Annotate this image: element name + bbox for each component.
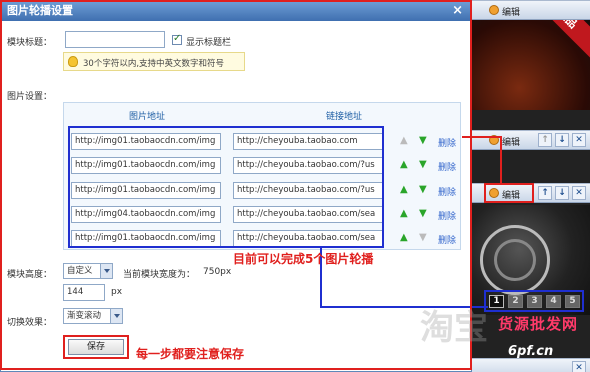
pager-highlight-box bbox=[484, 290, 584, 312]
move-down-icon[interactable]: ↓ bbox=[555, 186, 569, 200]
edit-label[interactable]: 编辑 bbox=[502, 5, 520, 18]
move-up-icon[interactable]: ↑ bbox=[538, 186, 552, 200]
move-down-icon[interactable]: ↓ bbox=[555, 133, 569, 147]
dialog-highlight-box bbox=[0, 0, 472, 370]
edit-label[interactable]: 编辑 bbox=[502, 135, 520, 148]
site-watermark-url: 6pf.cn bbox=[508, 344, 554, 359]
edit-highlight-box bbox=[484, 183, 534, 203]
annotation-save-note: 每一步都要注意保存 bbox=[136, 347, 245, 361]
module-toolbar-1: 编辑 ↑ ↓ ✕ bbox=[472, 130, 590, 150]
module-toolbar-top: 编辑 bbox=[472, 0, 590, 20]
site-watermark-cn: 货源批发网 bbox=[498, 315, 579, 333]
taobao-watermark: 淘宝 bbox=[420, 308, 488, 348]
close-icon[interactable]: ✕ bbox=[572, 361, 586, 372]
close-icon[interactable]: ✕ bbox=[572, 133, 586, 147]
wheel-graphic-inner bbox=[494, 239, 536, 281]
module-toolbar-3: ✕ bbox=[472, 358, 590, 372]
close-icon[interactable]: ✕ bbox=[572, 186, 586, 200]
annotation-five-images: 目前可以完成5个图片轮播 bbox=[233, 252, 374, 266]
red-connector-h bbox=[462, 136, 502, 138]
red-connector-v bbox=[500, 136, 502, 184]
edit-icon[interactable] bbox=[489, 5, 499, 15]
move-up-icon[interactable]: ↑ bbox=[538, 133, 552, 147]
